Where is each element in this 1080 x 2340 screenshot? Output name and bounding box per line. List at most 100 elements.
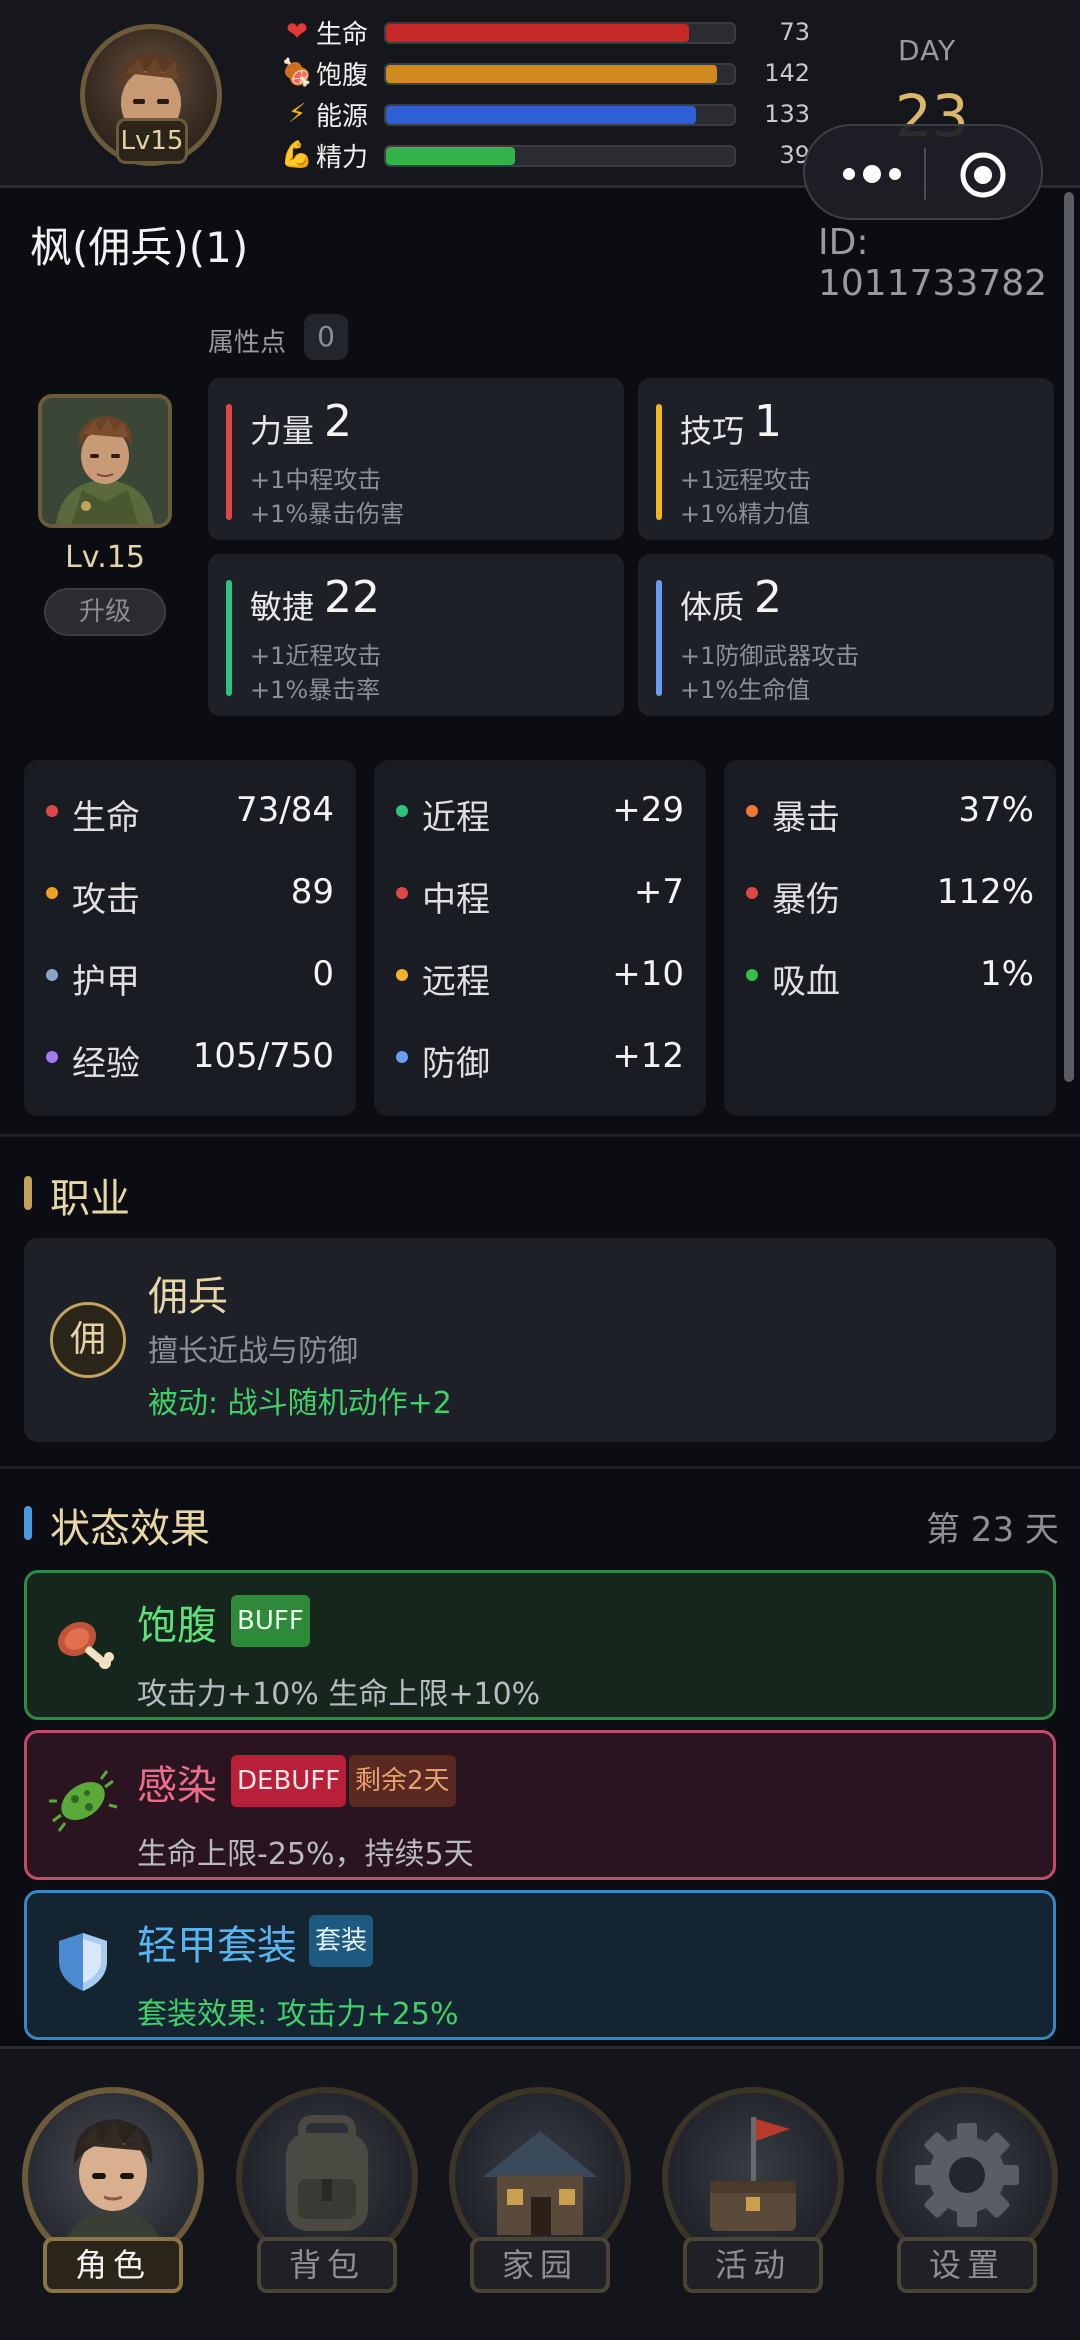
stamina-value: 39 [779, 141, 810, 169]
stat-dot [396, 887, 408, 899]
stat-dot [46, 1051, 58, 1063]
stat-name: 攻击 [72, 880, 140, 920]
nav-label: 家园 [470, 2237, 610, 2293]
stat-row-crit: 暴击 37% [724, 782, 1056, 842]
character-id: ID: 1011733782 [818, 222, 1048, 304]
stat-row-hp: 生命 73/84 [24, 782, 356, 842]
stat-value: 112% [936, 872, 1034, 912]
stat-name: 经验 [72, 1044, 140, 1084]
stat-dot [46, 805, 58, 817]
nav-label: 背包 [257, 2237, 397, 2293]
attribute-value: 2 [324, 396, 352, 447]
nav-tab-character[interactable]: 角色 [22, 2087, 204, 2327]
stamina-label: 精力 [316, 142, 369, 173]
status-day-count: 第 23 天 [926, 1510, 1059, 1550]
stat-value: +10 [612, 954, 684, 994]
bottom-navigation: 角色 背包 家园 活动 设置 [0, 2046, 1080, 2340]
effect-name: 感染 [137, 1763, 217, 1809]
stat-row-lifesteal: 吸血 1% [724, 946, 1056, 1006]
upgrade-button[interactable]: 升级 [44, 588, 166, 636]
capsule-divider [924, 148, 926, 200]
stamina-bar-fill [386, 147, 515, 165]
stats-panel-combat: 近程 +29 中程 +7 远程 +10 防御 +12 [374, 760, 706, 1116]
day-label: DAY [898, 34, 957, 67]
stat-value: +7 [633, 872, 684, 912]
stat-name: 近程 [422, 798, 490, 838]
stat-value: 73/84 [236, 790, 334, 830]
satiety-value: 142 [764, 59, 810, 87]
attribute-card-strength: 力量 2 +1中程攻击 +1%暴击伤害 [208, 378, 624, 540]
satiety-label: 饱腹 [316, 60, 369, 91]
strength-accent [226, 404, 232, 520]
scrollbar[interactable] [1064, 192, 1074, 1082]
meat-icon [57, 1621, 114, 1669]
satiety-stat-row: 🍖 饱腹 142 [280, 55, 810, 91]
energy-label: 能源 [316, 101, 369, 132]
energy-bar-fill [386, 106, 696, 124]
stat-row-exp: 经验 105/750 [24, 1028, 356, 1088]
character-portrait [38, 394, 172, 528]
effect-card-infection[interactable]: 感染 DEBUFF 剩余2天 生命上限-25%，持续5天 [24, 1730, 1056, 1880]
stat-name: 生命 [72, 798, 140, 838]
remaining-days-badge: 剩余2天 [349, 1755, 456, 1807]
attribute-desc: +1远程攻击 [680, 466, 812, 494]
attribute-desc: +1近程攻击 [250, 642, 382, 670]
agility-accent [226, 580, 232, 696]
constitution-accent [656, 580, 662, 696]
stat-value: 37% [958, 790, 1034, 830]
stat-row-melee: 近程 +29 [374, 782, 706, 842]
character-level: Lv.15 [65, 540, 145, 575]
energy-value: 133 [764, 100, 810, 128]
satiety-bar-fill [386, 65, 717, 83]
stat-name: 吸血 [772, 962, 840, 1002]
stat-value: 1% [980, 954, 1034, 994]
character-name: 枫(佣兵)(1) [30, 223, 249, 272]
class-card: 佣 佣兵 擅长近战与防御 被动: 战斗随机动作+2 [24, 1238, 1056, 1442]
attribute-desc: +1中程攻击 [250, 466, 382, 494]
attribute-name: 体质 [680, 588, 745, 626]
attribute-value: 22 [324, 572, 380, 623]
attribute-value: 2 [754, 572, 782, 623]
stat-name: 远程 [422, 962, 490, 1002]
stats-panel-basic: 生命 73/84 攻击 89 护甲 0 经验 105/750 [24, 760, 356, 1116]
lightning-icon: ⚡ [287, 99, 307, 129]
attribute-desc: +1%精力值 [680, 500, 811, 528]
stamina-stat-row: 💪 精力 39 [280, 137, 810, 173]
effect-card-light-armor-set[interactable]: 轻甲套装 套装 套装效果: 攻击力+25% [24, 1890, 1056, 2040]
stat-value: 0 [312, 954, 334, 994]
nav-tab-settings[interactable]: 设置 [876, 2087, 1058, 2327]
stat-row-ranged: 远程 +10 [374, 946, 706, 1006]
hp-label: 生命 [316, 19, 369, 50]
class-description: 擅长近战与防御 [148, 1334, 358, 1369]
more-options-icon[interactable] [837, 156, 907, 192]
level-badge: Lv15 [116, 118, 188, 164]
stat-row-attack: 攻击 89 [24, 864, 356, 924]
close-program-icon[interactable] [958, 150, 1008, 200]
attribute-points-label: 属性点 [208, 328, 287, 358]
nav-tab-activity[interactable]: 活动 [662, 2087, 844, 2327]
hp-value: 73 [779, 18, 810, 46]
attribute-desc: +1防御武器攻击 [680, 642, 860, 670]
stat-name: 防御 [422, 1044, 490, 1084]
stat-name: 护甲 [72, 962, 140, 1002]
stat-dot [746, 969, 758, 981]
effect-card-satiety[interactable]: 饱腹 BUFF 攻击力+10% 生命上限+10% [24, 1570, 1056, 1720]
stat-row-defense: 防御 +12 [374, 1028, 706, 1088]
nav-label: 活动 [683, 2237, 823, 2293]
stat-dot [396, 805, 408, 817]
hp-bar [384, 22, 736, 44]
attribute-desc: +1%暴击率 [250, 676, 381, 704]
class-section-title: 职业 [50, 1176, 130, 1222]
stat-dot [396, 969, 408, 981]
attribute-card-constitution: 体质 2 +1防御武器攻击 +1%生命值 [638, 554, 1054, 716]
stat-row-midrange: 中程 +7 [374, 864, 706, 924]
nav-tab-backpack[interactable]: 背包 [236, 2087, 418, 2327]
effect-name: 轻甲套装 [137, 1923, 297, 1969]
stats-panel-critical: 暴击 37% 暴伤 112% 吸血 1% [724, 760, 1056, 1116]
attribute-value: 1 [754, 396, 782, 447]
stat-name: 暴伤 [772, 880, 840, 920]
set-badge: 套装 [309, 1915, 374, 1967]
character-portrait-icon [42, 398, 168, 524]
nav-tab-home[interactable]: 家园 [449, 2087, 631, 2327]
stat-dot [46, 887, 58, 899]
